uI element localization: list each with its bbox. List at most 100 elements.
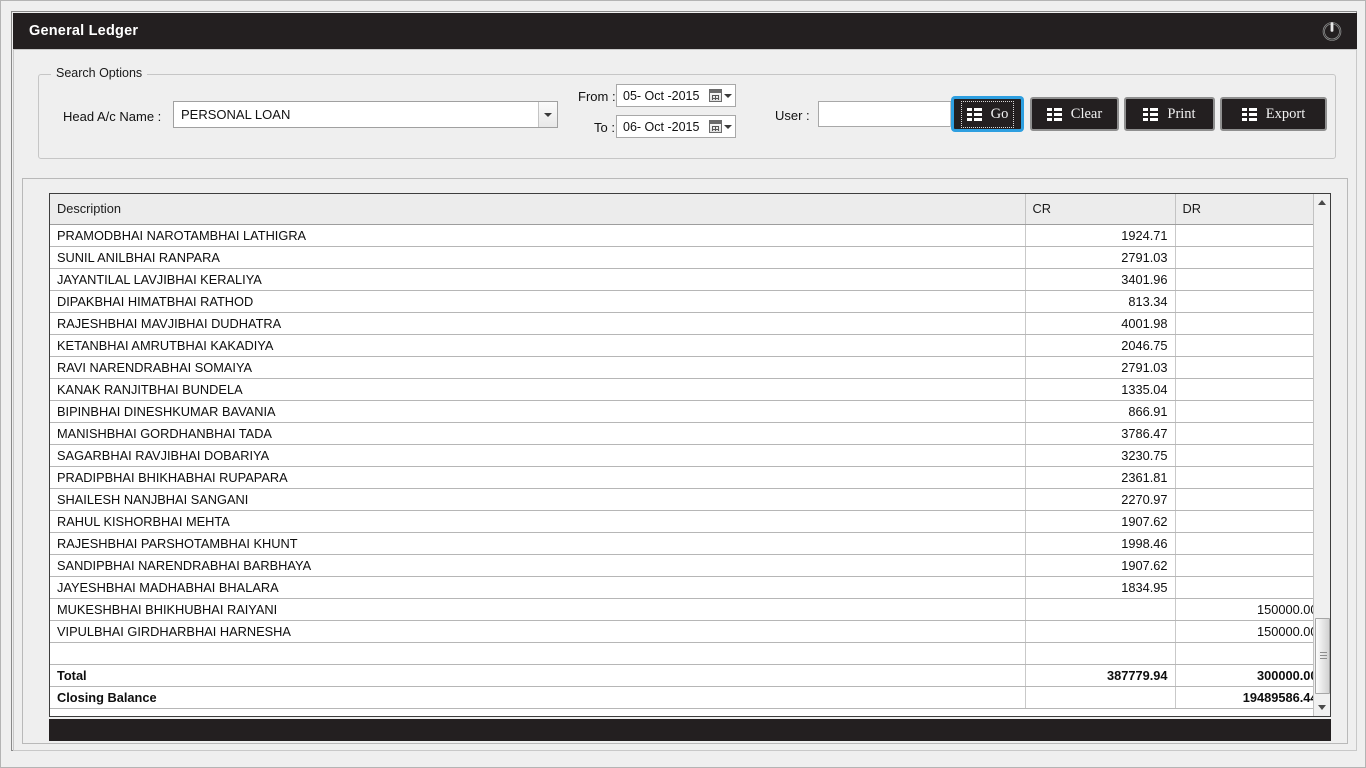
export-button-label: Export	[1265, 105, 1306, 122]
cell-cr: 3786.47	[1025, 422, 1176, 445]
cell-description: SUNIL ANILBHAI RANPARA	[50, 246, 1026, 269]
cell-cr: 1998.46	[1025, 532, 1176, 555]
cell-description: JAYANTILAL LAVJIBHAI KERALIYA	[50, 268, 1026, 291]
table-row[interactable]: KETANBHAI AMRUTBHAI KAKADIYA 2046.75	[50, 334, 1313, 357]
cell-cr: 2791.03	[1025, 246, 1176, 269]
cell-dr: 150000.00	[1175, 620, 1313, 643]
cell-description: KANAK RANJITBHAI BUNDELA	[50, 378, 1026, 401]
cell-dr	[1175, 400, 1313, 423]
scroll-up-icon[interactable]	[1314, 194, 1330, 211]
column-header-cr[interactable]: CR	[1025, 194, 1176, 225]
head-account-label: Head A/c Name :	[63, 109, 162, 124]
table-row[interactable]	[50, 642, 1313, 665]
cell-dr: 19489586.44	[1175, 686, 1313, 709]
table-row[interactable]: RAHUL KISHORBHAI MEHTA 1907.62	[50, 510, 1313, 533]
cell-cr: 2270.97	[1025, 488, 1176, 511]
cell-description: MANISHBHAI GORDHANBHAI TADA	[50, 422, 1026, 445]
table-row[interactable]: MUKESHBHAI BHIKHUBHAI RAIYANI 150000.00	[50, 598, 1313, 621]
cell-cr: 1335.04	[1025, 378, 1176, 401]
from-date-label: From :	[578, 89, 616, 104]
cell-dr	[1175, 334, 1313, 357]
closing-balance-row[interactable]: Closing Balance 19489586.44	[50, 686, 1313, 709]
cell-description: PRAMODBHAI NAROTAMBHAI LATHIGRA	[50, 224, 1026, 247]
print-button[interactable]: Print	[1124, 97, 1215, 131]
cell-description: SANDIPBHAI NARENDRABHAI BARBHAYA	[50, 554, 1026, 577]
chevron-down-icon[interactable]	[724, 124, 732, 129]
cell-dr	[1175, 378, 1313, 401]
grid-icon	[966, 107, 982, 121]
cell-cr: 1834.95	[1025, 576, 1176, 599]
ledger-grid: Description CR DR PRAMODBHAI NAROTAMBHAI…	[49, 193, 1331, 717]
head-account-combo[interactable]: PERSONAL LOAN	[173, 101, 558, 128]
cell-dr	[1175, 510, 1313, 533]
cell-description: JAYESHBHAI MADHABHAI BHALARA	[50, 576, 1026, 599]
to-date-picker[interactable]: 06- Oct -2015	[616, 115, 736, 138]
from-date-controls[interactable]	[709, 89, 735, 102]
cell-cr: 1907.62	[1025, 510, 1176, 533]
chevron-down-icon[interactable]	[724, 93, 732, 98]
calendar-icon	[709, 120, 722, 133]
table-row[interactable]: RAJESHBHAI PARSHOTAMBHAI KHUNT 1998.46	[50, 532, 1313, 555]
cell-dr	[1175, 532, 1313, 555]
scrollbar-thumb[interactable]	[1315, 618, 1330, 694]
cell-cr: 4001.98	[1025, 312, 1176, 335]
user-combo[interactable]	[818, 101, 970, 127]
table-row[interactable]: JAYESHBHAI MADHABHAI BHALARA 1834.95	[50, 576, 1313, 599]
table-row[interactable]: VIPULBHAI GIRDHARBHAI HARNESHA 150000.00	[50, 620, 1313, 643]
vertical-scrollbar[interactable]	[1313, 194, 1330, 716]
go-button[interactable]: Go	[952, 97, 1023, 131]
power-icon[interactable]	[1315, 16, 1349, 46]
go-button-label: Go	[990, 105, 1009, 122]
column-header-dr[interactable]: DR	[1175, 194, 1313, 225]
table-row[interactable]: PRAMODBHAI NAROTAMBHAI LATHIGRA 1924.71	[50, 224, 1313, 247]
table-row[interactable]: KANAK RANJITBHAI BUNDELA 1335.04	[50, 378, 1313, 401]
table-row[interactable]: BIPINBHAI DINESHKUMAR BAVANIA 866.91	[50, 400, 1313, 423]
cell-cr: 2361.81	[1025, 466, 1176, 489]
total-row[interactable]: Total 387779.94 300000.00	[50, 664, 1313, 687]
cell-cr: 2791.03	[1025, 356, 1176, 379]
to-date-controls[interactable]	[709, 120, 735, 133]
cell-cr: 2046.75	[1025, 334, 1176, 357]
table-row[interactable]: SAGARBHAI RAVJIBHAI DOBARIYA 3230.75	[50, 444, 1313, 467]
table-header-row: Description CR DR	[50, 194, 1313, 225]
user-label: User :	[775, 108, 810, 123]
column-header-description[interactable]: Description	[50, 194, 1026, 225]
table-row[interactable]: JAYANTILAL LAVJIBHAI KERALIYA 3401.96	[50, 268, 1313, 291]
cell-description: SAGARBHAI RAVJIBHAI DOBARIYA	[50, 444, 1026, 467]
application-window: General Ledger Search Options Head A/c N…	[0, 0, 1366, 768]
table-row[interactable]: DIPAKBHAI HIMATBHAI RATHOD 813.34	[50, 290, 1313, 313]
cell-cr: 1924.71	[1025, 224, 1176, 247]
table-row[interactable]: SHAILESH NANJBHAI SANGANI 2270.97	[50, 488, 1313, 511]
ledger-grid-viewport: Description CR DR PRAMODBHAI NAROTAMBHAI…	[50, 194, 1313, 716]
table-row[interactable]: RAVI NARENDRABHAI SOMAIYA 2791.03	[50, 356, 1313, 379]
search-options-group: Search Options Head A/c Name : PERSONAL …	[38, 66, 1336, 159]
table-row[interactable]: SUNIL ANILBHAI RANPARA 2791.03	[50, 246, 1313, 269]
table-row[interactable]: PRADIPBHAI BHIKHABHAI RUPAPARA 2361.81	[50, 466, 1313, 489]
cell-cr: 866.91	[1025, 400, 1176, 423]
cell-description: SHAILESH NANJBHAI SANGANI	[50, 488, 1026, 511]
page-title: General Ledger	[29, 23, 139, 39]
cell-cr: 387779.94	[1025, 664, 1176, 687]
cell-description: RAJESHBHAI PARSHOTAMBHAI KHUNT	[50, 532, 1026, 555]
ledger-grid-panel: Description CR DR PRAMODBHAI NAROTAMBHAI…	[22, 178, 1348, 744]
table-row[interactable]: RAJESHBHAI MAVJIBHAI DUDHATRA 4001.98	[50, 312, 1313, 335]
cell-description: MUKESHBHAI BHIKHUBHAI RAIYANI	[50, 598, 1026, 621]
export-button[interactable]: Export	[1220, 97, 1327, 131]
from-date-picker[interactable]: 05- Oct -2015	[616, 84, 736, 107]
cell-cr	[1025, 620, 1176, 643]
chevron-down-icon[interactable]	[538, 102, 557, 127]
scroll-down-icon[interactable]	[1314, 699, 1330, 716]
table-row[interactable]: SANDIPBHAI NARENDRABHAI BARBHAYA 1907.62	[50, 554, 1313, 577]
cell-description: VIPULBHAI GIRDHARBHAI HARNESHA	[50, 620, 1026, 643]
cell-cr	[1025, 598, 1176, 621]
head-account-value: PERSONAL LOAN	[181, 107, 291, 122]
cell-cr: 3230.75	[1025, 444, 1176, 467]
cell-cr	[1025, 686, 1176, 709]
clear-button[interactable]: Clear	[1030, 97, 1119, 131]
table-row[interactable]: MANISHBHAI GORDHANBHAI TADA 3786.47	[50, 422, 1313, 445]
cell-dr	[1175, 268, 1313, 291]
cell-dr	[1175, 554, 1313, 577]
cell-dr	[1175, 290, 1313, 313]
from-date-value: 05- Oct -2015	[623, 88, 700, 103]
search-options-legend: Search Options	[51, 66, 148, 80]
